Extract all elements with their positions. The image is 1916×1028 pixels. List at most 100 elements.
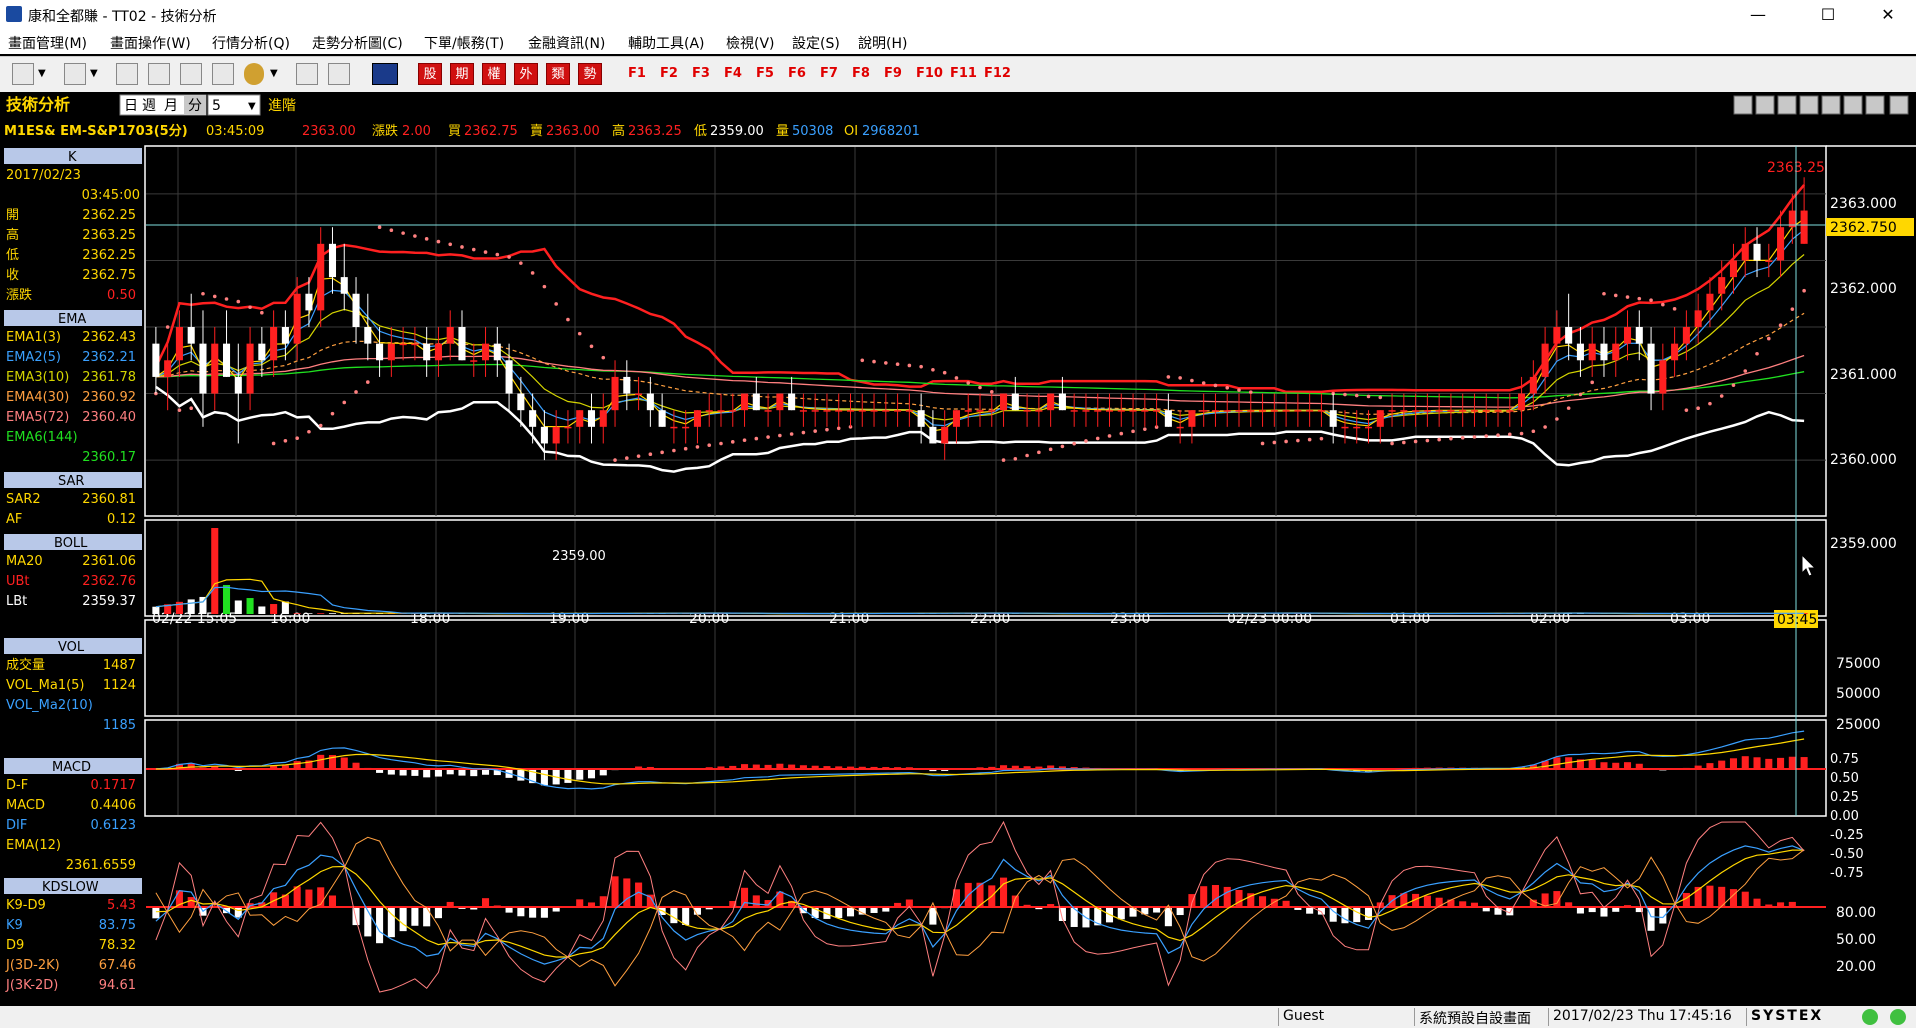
sar-dot bbox=[401, 231, 405, 235]
macd-value: 0.4406 bbox=[91, 798, 137, 813]
quote-buy: 2362.75 bbox=[464, 124, 518, 139]
menu-screen-operate[interactable]: 畫面操作(W) bbox=[110, 33, 191, 53]
plot-area[interactable] bbox=[146, 177, 1826, 993]
link-icon[interactable] bbox=[296, 63, 318, 85]
technical-chart[interactable]: 技術分析 日 週 月 分 5 ▼ 進階 M1ES& EM-S&P1703(5分)… bbox=[0, 92, 1916, 1006]
menu-tools[interactable]: 輔助工具(A) bbox=[628, 33, 705, 53]
period-week[interactable]: 週 bbox=[142, 98, 156, 114]
f9-button[interactable]: F9 bbox=[884, 63, 902, 85]
coin-icon[interactable] bbox=[244, 63, 264, 85]
search-icon[interactable] bbox=[116, 63, 138, 85]
sar-dot bbox=[1531, 429, 1536, 434]
volume-bar bbox=[281, 601, 289, 614]
settings-icon[interactable] bbox=[1889, 95, 1909, 115]
systex-logo-icon[interactable] bbox=[372, 63, 398, 85]
sar-dot bbox=[1131, 429, 1135, 434]
low-label: 低 bbox=[694, 124, 707, 139]
f2-button[interactable]: F2 bbox=[660, 63, 678, 85]
price-tick: 2361.000 bbox=[1830, 367, 1897, 383]
sar-dot bbox=[801, 430, 806, 435]
edit-icon[interactable] bbox=[1821, 95, 1841, 115]
tile-vertical-icon[interactable] bbox=[212, 63, 234, 85]
kd-histogram-bar bbox=[1353, 907, 1361, 923]
f7-button[interactable]: F7 bbox=[820, 63, 838, 85]
f5-button[interactable]: F5 bbox=[756, 63, 774, 85]
monitor-icon[interactable] bbox=[328, 63, 350, 85]
macd-tick: 0.75 bbox=[1830, 752, 1859, 767]
candle-body bbox=[246, 343, 254, 394]
kd-histogram-bar bbox=[1741, 891, 1749, 907]
restore-icon[interactable] bbox=[1865, 95, 1885, 115]
maximize-button[interactable]: ☐ bbox=[1806, 0, 1850, 30]
period-minute[interactable]: 分 bbox=[188, 98, 202, 114]
f10-button[interactable]: F10 bbox=[916, 63, 943, 85]
sar-dot bbox=[1413, 439, 1418, 444]
menu-help[interactable]: 說明(H) bbox=[858, 33, 907, 53]
kd-histogram-bar bbox=[752, 895, 760, 907]
sar-dot bbox=[860, 358, 865, 363]
sar-dot bbox=[366, 380, 370, 384]
sar-dot bbox=[1555, 417, 1559, 421]
sar-dot bbox=[836, 426, 841, 431]
f11-button[interactable]: F11 bbox=[950, 63, 977, 85]
minimize-button[interactable]: — bbox=[1736, 0, 1780, 30]
server-status-icon bbox=[1890, 1009, 1906, 1025]
save-chart-icon[interactable] bbox=[1843, 95, 1863, 115]
save-icon[interactable] bbox=[64, 63, 86, 85]
ema6-label: EMA6(144) bbox=[6, 430, 78, 445]
sar-dot bbox=[1778, 323, 1783, 328]
trend-button[interactable]: 勢 bbox=[578, 63, 602, 85]
chevron-down-icon[interactable]: ▼ bbox=[38, 63, 52, 85]
stock-button[interactable]: 股 bbox=[418, 63, 442, 85]
magnify-minus-icon[interactable] bbox=[1777, 95, 1797, 115]
futures-button[interactable]: 期 bbox=[450, 63, 474, 85]
f1-button[interactable]: F1 bbox=[628, 63, 646, 85]
f6-button[interactable]: F6 bbox=[788, 63, 806, 85]
candle-body bbox=[646, 393, 654, 411]
options-button[interactable]: 權 bbox=[482, 63, 506, 85]
chevron-down-icon[interactable]: ▼ bbox=[248, 101, 256, 112]
sar-dot bbox=[471, 247, 476, 252]
menu-quote-analysis[interactable]: 行情分析(Q) bbox=[212, 33, 290, 53]
menu-settings[interactable]: 設定(S) bbox=[792, 33, 840, 53]
magnify-plus-icon[interactable] bbox=[1799, 95, 1819, 115]
close-window-icon[interactable] bbox=[148, 63, 170, 85]
candle-body bbox=[1105, 410, 1114, 412]
candle-body bbox=[705, 410, 713, 412]
sar-dot bbox=[1578, 392, 1583, 397]
close-button[interactable]: ✕ bbox=[1866, 0, 1910, 30]
sar-dot bbox=[1743, 369, 1748, 373]
chevron-down-icon[interactable]: ▼ bbox=[90, 63, 104, 85]
advance-button[interactable]: 進階 bbox=[268, 98, 296, 114]
foreign-button[interactable]: 外 bbox=[514, 63, 538, 85]
menu-order-account[interactable]: 下單/帳務(T) bbox=[424, 33, 504, 53]
tile-horizontal-icon[interactable] bbox=[180, 63, 202, 85]
layout-icon[interactable] bbox=[12, 63, 34, 85]
period-selector[interactable]: 日 週 月 分 bbox=[119, 94, 207, 116]
j2-label: J(3K-2D) bbox=[5, 978, 58, 993]
candle-body bbox=[423, 343, 431, 361]
vol-tick: 25000 bbox=[1836, 717, 1881, 733]
candle-body bbox=[529, 410, 537, 427]
candle-body bbox=[1682, 327, 1690, 344]
candle-body bbox=[599, 410, 607, 427]
zoom-out-icon[interactable] bbox=[1733, 95, 1753, 115]
chevron-down-icon[interactable]: ▼ bbox=[270, 63, 284, 85]
menu-trend-chart[interactable]: 走勢分析圖(C) bbox=[312, 33, 403, 53]
candle-body bbox=[1412, 410, 1420, 412]
candle-body bbox=[1129, 410, 1137, 412]
buy-label: 買 bbox=[448, 124, 461, 139]
zoom-in-icon[interactable] bbox=[1755, 95, 1775, 115]
category-button[interactable]: 類 bbox=[546, 63, 570, 85]
f12-button[interactable]: F12 bbox=[984, 63, 1011, 85]
menu-financial-info[interactable]: 金融資訊(N) bbox=[528, 33, 605, 53]
sar-dot bbox=[1225, 385, 1230, 390]
candle-body bbox=[540, 426, 548, 444]
f8-button[interactable]: F8 bbox=[852, 63, 870, 85]
period-day[interactable]: 日 bbox=[124, 98, 138, 114]
menu-screen-manage[interactable]: 畫面管理(M) bbox=[8, 33, 87, 53]
period-month[interactable]: 月 bbox=[164, 98, 178, 114]
menu-view[interactable]: 檢視(V) bbox=[726, 33, 775, 53]
f3-button[interactable]: F3 bbox=[692, 63, 710, 85]
f4-button[interactable]: F4 bbox=[724, 63, 742, 85]
